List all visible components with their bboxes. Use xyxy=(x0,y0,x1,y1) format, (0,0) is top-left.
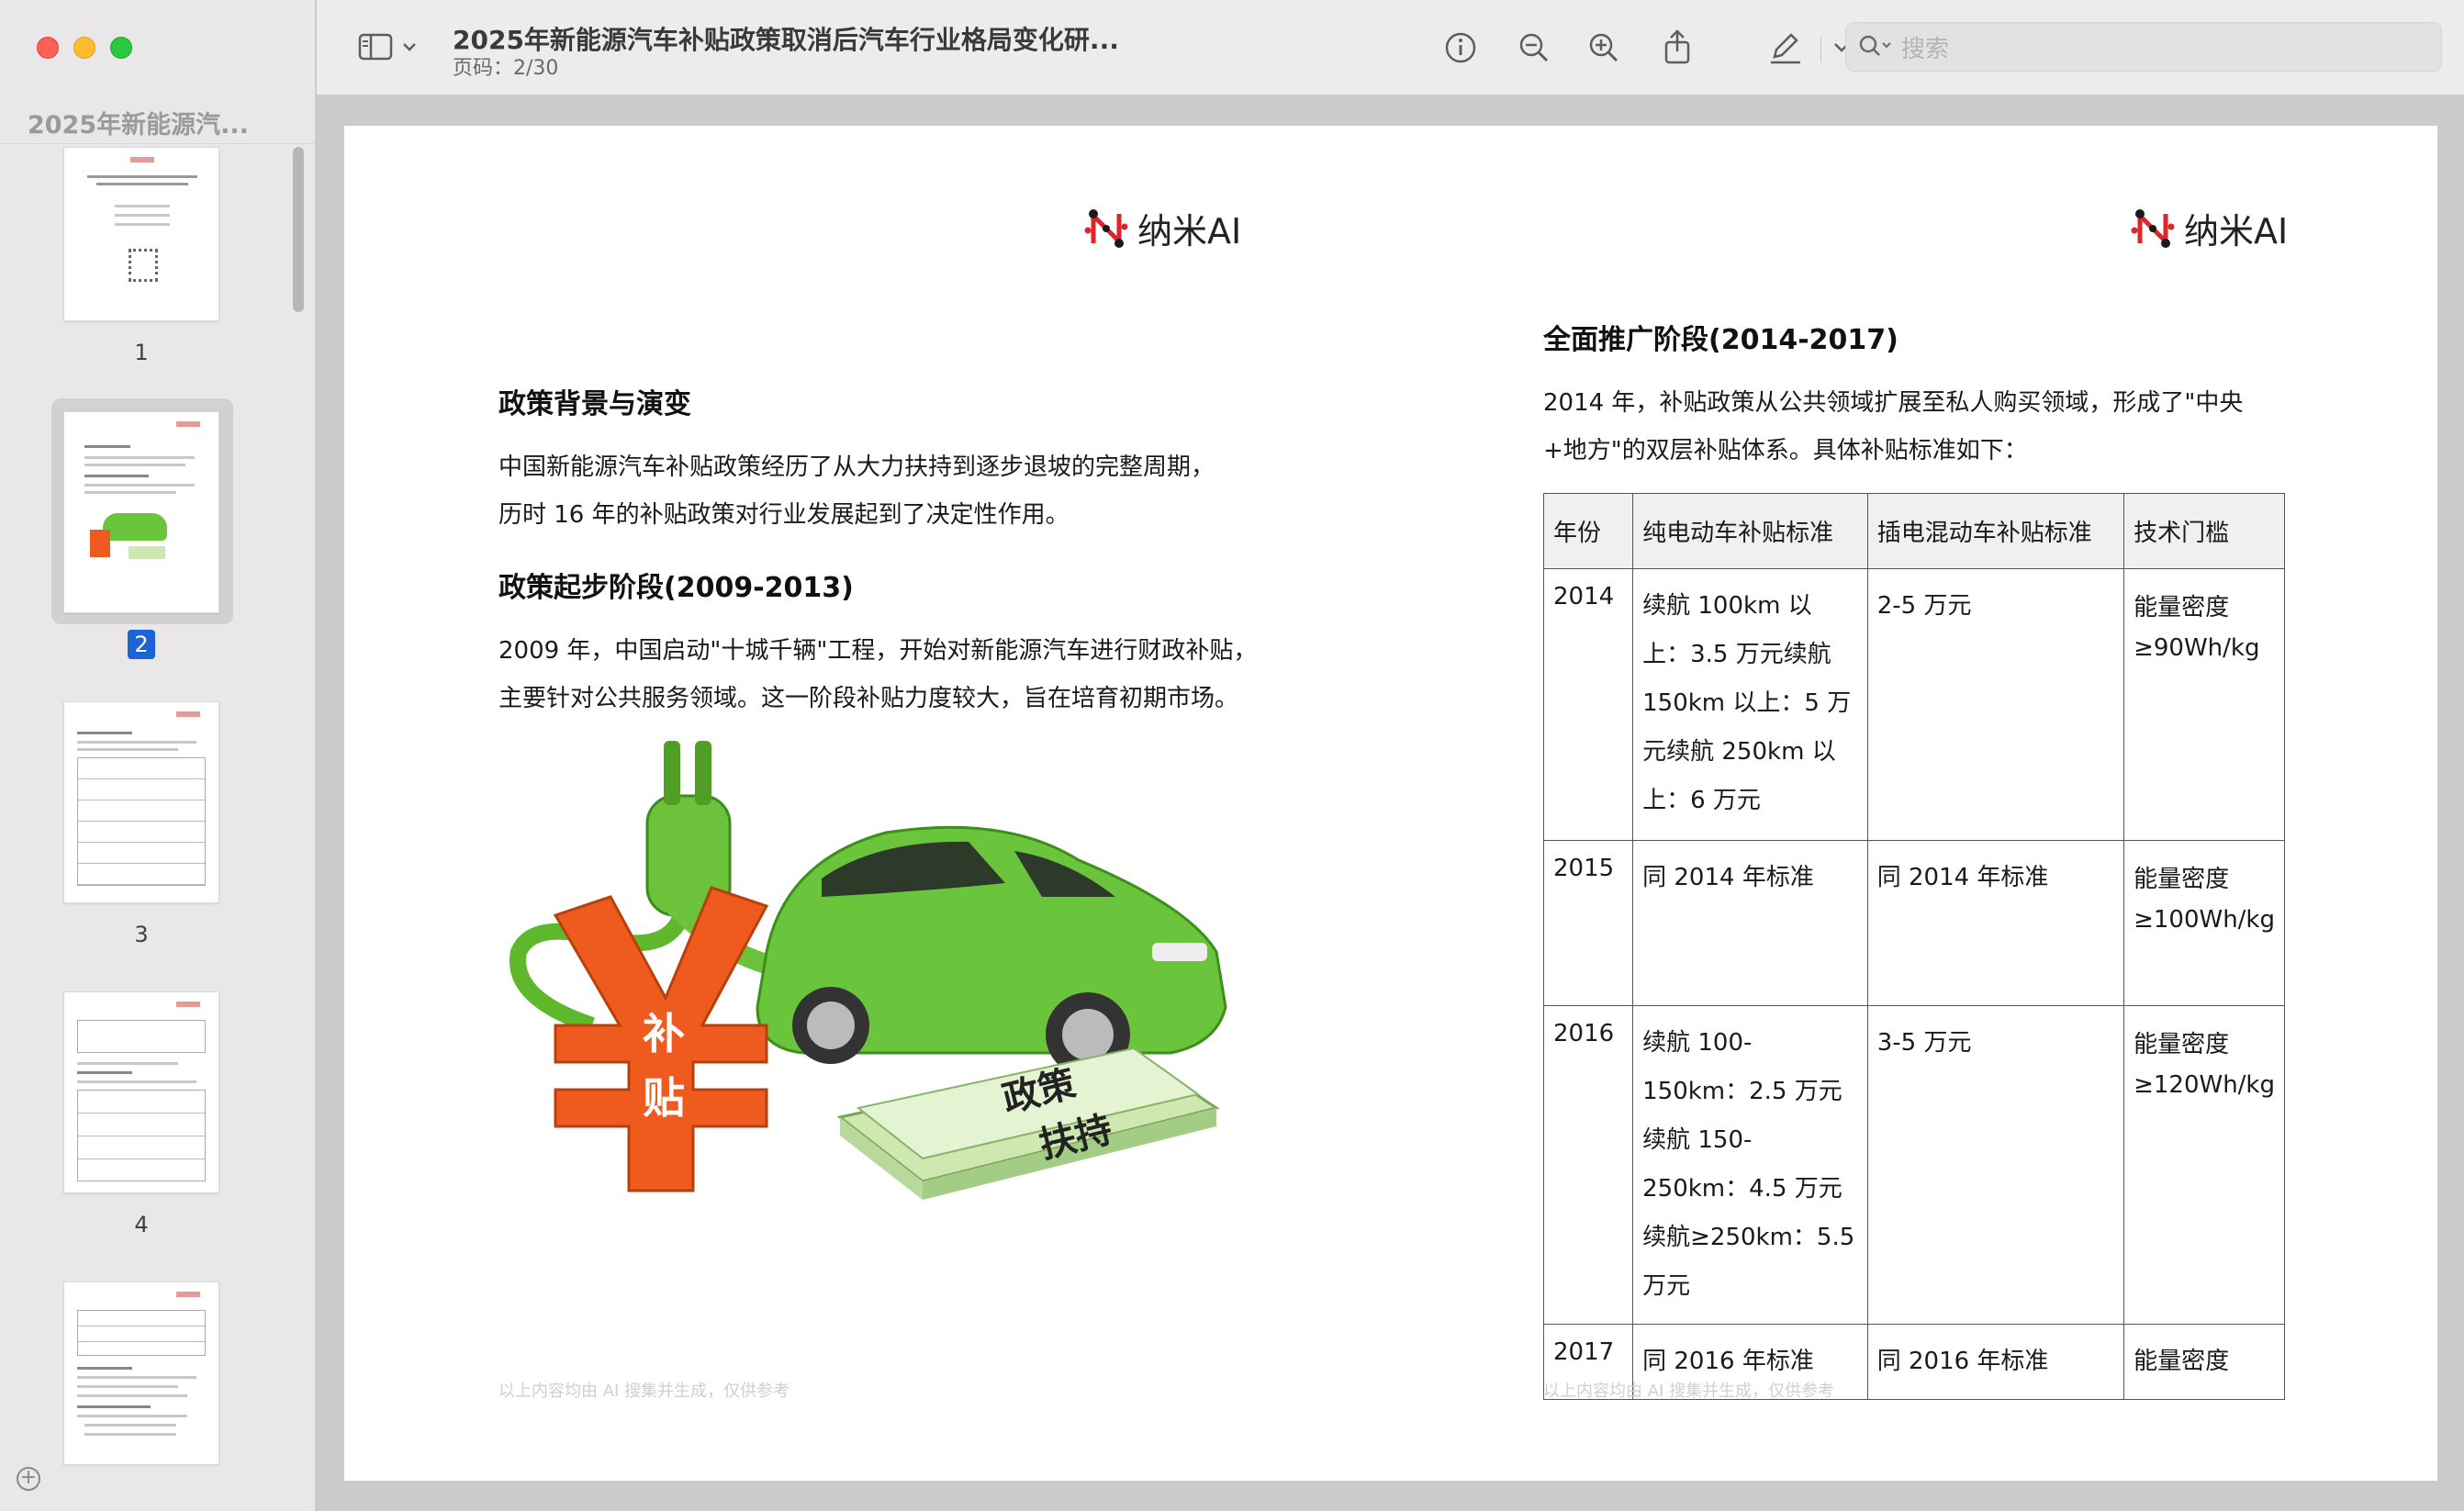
header-year: 年份 xyxy=(1542,493,1634,569)
footer-disclaimer-right: 以上内容均由 AI 搜集并生成，仅供参考 xyxy=(1543,1382,1835,1401)
cell-bev: 同 2014 年标准 xyxy=(1632,840,1868,1006)
search-placeholder: 搜索 xyxy=(1901,35,1950,63)
cell-tech: 能量密度≥90Wh/kg xyxy=(2123,568,2285,841)
cell-year: 2014 xyxy=(1542,568,1634,841)
close-window-button[interactable] xyxy=(37,37,59,59)
heading-start-phase: 政策起步阶段(2009-2013) xyxy=(498,572,854,604)
subsidy-standards-table: 年份 纯电动车补贴标准 插电混动车补贴标准 技术门槛 2014 续航 100km… xyxy=(1542,493,2285,1400)
header-phev-standard: 插电混动车补贴标准 xyxy=(1866,493,2125,569)
cell-phev: 同 2014 年标准 xyxy=(1866,840,2125,1006)
cell-bev: 续航 100km 以上：3.5 万元续航 150km 以上：5 万元续航 250… xyxy=(1632,568,1868,841)
document-view[interactable]: 纳米AI 政策背景与演变 中国新能源汽车补贴政策经历了从大力扶持到逐步退坡的完整… xyxy=(317,96,2464,1511)
header-bev-standard: 纯电动车补贴标准 xyxy=(1632,493,1868,569)
cell-tech: 能量密度≥100Wh/kg xyxy=(2123,840,2285,1006)
add-page-button[interactable]: + xyxy=(17,1467,40,1491)
brand-logo-right: 纳米AI xyxy=(2131,203,2288,253)
zoom-out-button[interactable] xyxy=(1512,26,1556,70)
table-row: 2014 续航 100km 以上：3.5 万元续航 150km 以上：5 万元续… xyxy=(1542,568,2285,841)
sidebar-scrollbar[interactable] xyxy=(293,147,304,312)
paragraph-start-phase: 2009 年，中国启动"十城千辆"工程，开始对新能源汽车进行财政补贴，主要针对公… xyxy=(498,637,1258,712)
thumbnail-sidebar: 2025年新能源汽... 1 2 3 4 + xyxy=(0,0,316,1511)
yuan-label-2: 贴 xyxy=(643,1073,685,1123)
sidebar-divider xyxy=(0,143,316,144)
header-tech-threshold: 技术门槛 xyxy=(2123,493,2285,569)
subsidy-illustration: 补 贴 政策 扶持 xyxy=(510,741,1227,1200)
thumbnail-page-2[interactable]: 2 xyxy=(51,411,231,659)
thumbnail-label: 4 xyxy=(134,1212,149,1237)
yuan-label-1: 补 xyxy=(643,1009,685,1058)
pen-icon xyxy=(1771,33,1800,64)
sidebar-icon xyxy=(358,33,416,61)
cell-tech: 能量密度 xyxy=(2123,1324,2285,1400)
thumbnail-image xyxy=(63,701,219,903)
info-icon xyxy=(1445,32,1476,63)
window-controls xyxy=(37,37,132,59)
table-row: 2016 续航 100-150km：2.5 万元续航 150-250km：4.5… xyxy=(1542,1005,2285,1325)
sidebar-toggle-button[interactable] xyxy=(353,26,427,70)
cell-bev: 续航 100-150km：2.5 万元续航 150-250km：4.5 万元续航… xyxy=(1632,1005,1868,1325)
heading-policy-background: 政策背景与演变 xyxy=(498,388,691,420)
paragraph-full-phase: 2014 年，补贴政策从公共领域扩展至私人购买领域，形成了"中央+地方"的双层补… xyxy=(1543,389,2244,464)
zoom-window-button[interactable] xyxy=(110,37,132,59)
nami-logo-icon xyxy=(2131,208,2175,248)
brand-logo-left: 纳米AI xyxy=(1084,203,1241,253)
cell-tech: 能量密度≥120Wh/kg xyxy=(2123,1005,2285,1325)
sidebar-doc-title: 2025年新能源汽... xyxy=(28,111,249,140)
zoom-in-button[interactable] xyxy=(1582,26,1626,70)
footer-disclaimer-left: 以上内容均由 AI 搜集并生成，仅供参考 xyxy=(498,1382,790,1401)
thumbnail-label: 1 xyxy=(134,340,149,365)
zoom-out-icon xyxy=(1519,33,1549,62)
search-field[interactable]: 搜索 xyxy=(1845,22,2442,72)
thumbnail-label: 2 xyxy=(51,630,231,659)
info-button[interactable] xyxy=(1439,26,1483,70)
share-button[interactable] xyxy=(1655,26,1699,70)
cell-phev: 3-5 万元 xyxy=(1866,1005,2125,1325)
thumbnail-label: 3 xyxy=(134,922,149,947)
money-stack-shape xyxy=(836,1047,1220,1200)
minimize-window-button[interactable] xyxy=(73,37,95,59)
thumbnail-page-1[interactable]: 1 xyxy=(51,147,231,365)
search-icon xyxy=(1859,35,1891,56)
green-car-shape xyxy=(756,825,1227,1077)
thumbnail-page-4[interactable]: 4 xyxy=(51,991,231,1237)
brand-logo-text: 纳米AI xyxy=(2184,211,2289,252)
pdf-page-spread: 纳米AI 政策背景与演变 中国新能源汽车补贴政策经历了从大力扶持到逐步退坡的完整… xyxy=(344,126,2437,1481)
zoom-in-icon xyxy=(1589,33,1618,62)
page-indicator: 页码：2/30 xyxy=(453,57,559,80)
brand-logo-text: 纳米AI xyxy=(1137,211,1242,252)
thumbnail-page-5[interactable] xyxy=(51,1282,231,1465)
thumbnail-image xyxy=(63,991,219,1193)
markup-pen-button[interactable] xyxy=(1764,26,1808,70)
thumbnail-image xyxy=(63,411,219,613)
heading-full-phase: 全面推广阶段(2014-2017) xyxy=(1543,324,1898,356)
cell-year: 2016 xyxy=(1542,1005,1634,1325)
cell-year: 2015 xyxy=(1542,840,1634,1006)
toolbar-separator xyxy=(1820,37,1821,62)
share-icon xyxy=(1664,29,1690,64)
nami-logo-icon xyxy=(1084,208,1128,248)
thumbnail-page-3[interactable]: 3 xyxy=(51,701,231,947)
thumbnail-image xyxy=(63,147,219,321)
paragraph-policy-background: 中国新能源汽车补贴政策经历了从大力扶持到逐步退坡的完整周期，历时 16 年的补贴… xyxy=(498,453,1215,529)
table-header-row: 年份 纯电动车补贴标准 插电混动车补贴标准 技术门槛 xyxy=(1542,493,2285,569)
cell-phev: 同 2016 年标准 xyxy=(1866,1324,2125,1400)
cell-phev: 2-5 万元 xyxy=(1866,568,2125,841)
table-row: 2015 同 2014 年标准 同 2014 年标准 能量密度≥100Wh/kg xyxy=(1542,840,2285,1006)
thumbnail-image xyxy=(63,1282,219,1465)
toolbar: 2025年新能源汽车补贴政策取消后汽车行业格局变化研... 页码：2/30 搜索 xyxy=(317,0,2464,95)
